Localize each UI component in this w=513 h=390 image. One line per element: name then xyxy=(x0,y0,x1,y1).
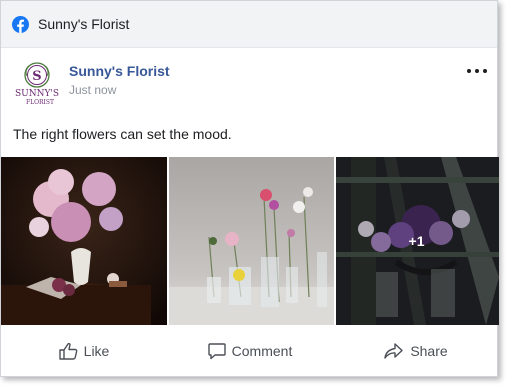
post-card: Sunny's Florist S SUNNY'S FLORIST Sunny'… xyxy=(0,0,499,377)
top-bar: Sunny's Florist xyxy=(1,1,497,48)
share-icon xyxy=(384,343,404,359)
action-bar: Like Comment Share xyxy=(1,326,499,376)
photo-grid: +1 xyxy=(1,157,499,325)
comment-label: Comment xyxy=(231,343,293,359)
post-text: The right flowers can set the mood. xyxy=(13,126,232,142)
glass-vases-photo[interactable] xyxy=(169,157,334,325)
avatar[interactable]: S SUNNY'S FLORIST xyxy=(14,60,60,108)
purple-roses-photo[interactable]: +1 xyxy=(336,157,499,325)
share-button[interactable]: Share xyxy=(333,334,499,368)
svg-text:S: S xyxy=(32,69,41,84)
page-name-link[interactable]: Sunny's Florist xyxy=(69,63,170,79)
like-label: Like xyxy=(83,343,110,359)
thumbs-up-icon xyxy=(58,342,78,360)
comment-button[interactable]: Comment xyxy=(167,334,333,368)
dot-icon xyxy=(483,69,487,73)
comment-icon xyxy=(207,343,226,360)
svg-text:FLORIST: FLORIST xyxy=(26,99,54,106)
hydrangea-bouquet-photo[interactable] xyxy=(1,157,167,325)
more-photos-count[interactable]: +1 xyxy=(336,157,499,325)
more-options-button[interactable] xyxy=(467,64,487,78)
share-label: Share xyxy=(410,343,448,359)
like-button[interactable]: Like xyxy=(1,334,167,368)
topbar-title: Sunny's Florist xyxy=(38,16,130,32)
dot-icon xyxy=(475,69,479,73)
dot-icon xyxy=(467,69,471,73)
facebook-icon xyxy=(12,15,29,33)
svg-text:SUNNY'S: SUNNY'S xyxy=(15,89,59,99)
post-timestamp[interactable]: Just now xyxy=(69,83,116,97)
post-header: S SUNNY'S FLORIST Sunny's Florist Just n… xyxy=(1,48,497,118)
